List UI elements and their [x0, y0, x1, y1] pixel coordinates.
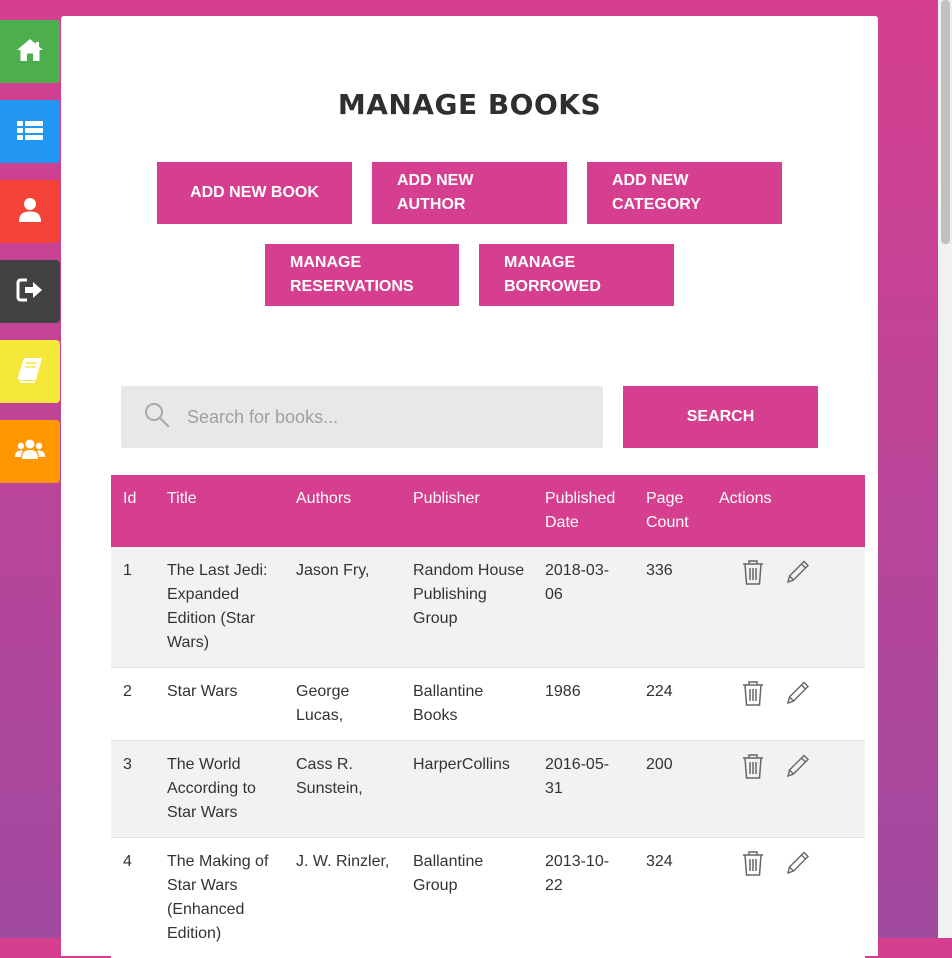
cell-page-count: 200: [646, 756, 673, 773]
cell-actions: [707, 680, 865, 728]
cell-actions: [707, 753, 865, 825]
header-title: Title: [167, 490, 197, 507]
nav-books-button[interactable]: [0, 340, 60, 403]
pencil-icon[interactable]: [784, 558, 810, 594]
user-icon: [15, 195, 45, 229]
cell-title: The World According to Star Wars: [167, 756, 256, 821]
cell-page-count: 324: [646, 853, 673, 870]
table-header-row: Id Title Authors Publisher Published Dat…: [111, 475, 865, 547]
cell-publisher: Random House Publishing Group: [413, 562, 525, 627]
cell-published-date: 2018-03-06: [545, 562, 610, 603]
nav-users-button[interactable]: [0, 420, 60, 483]
header-id: Id: [123, 490, 137, 507]
nav-profile-button[interactable]: [0, 180, 60, 243]
cell-published-date: 1986: [545, 683, 581, 700]
list-icon: [15, 115, 45, 149]
cell-actions: [707, 559, 865, 655]
nav-logout-button[interactable]: [0, 260, 60, 323]
page-title: MANAGE BOOKS: [337, 88, 602, 121]
pencil-icon[interactable]: [784, 752, 810, 788]
book-icon: [15, 355, 45, 389]
cell-id: 3: [123, 756, 132, 773]
cell-id: 1: [123, 562, 132, 579]
cell-published-date: 2013-10-22: [545, 853, 610, 894]
cell-authors: Cass R. Sunstein,: [296, 756, 363, 797]
add-new-book-button[interactable]: ADD NEW BOOK: [157, 162, 352, 224]
table-row: 1 The Last Jedi: Expanded Edition (Star …: [111, 547, 865, 667]
cell-authors: Jason Fry,: [296, 562, 370, 579]
cell-publisher: Ballantine Group: [413, 853, 484, 894]
content-card: MANAGE BOOKS ADD NEW BOOK ADD NEW AUTHOR…: [61, 16, 878, 958]
users-icon: [15, 435, 45, 469]
cell-page-count: 224: [646, 683, 673, 700]
add-new-category-button[interactable]: ADD NEW CATEGORY: [587, 162, 782, 224]
table-row: 4 The Making of Star Wars (Enhanced Edit…: [111, 837, 865, 958]
header-authors: Authors: [296, 490, 352, 507]
header-actions: Actions: [719, 490, 772, 507]
manage-reservations-button[interactable]: MANAGE RESERVATIONS: [265, 244, 459, 306]
nav-list-button[interactable]: [0, 100, 60, 163]
manage-borrowed-button[interactable]: MANAGE BORROWED: [479, 244, 674, 306]
scrollbar-thumb[interactable]: [941, 0, 950, 244]
trash-icon[interactable]: [740, 679, 766, 715]
search-icon: [121, 401, 171, 433]
trash-icon[interactable]: [740, 849, 766, 885]
cell-page-count: 336: [646, 562, 673, 579]
pencil-icon[interactable]: [784, 679, 810, 715]
cell-authors: J. W. Rinzler,: [296, 853, 390, 870]
cell-title: The Last Jedi: Expanded Edition (Star Wa…: [167, 562, 268, 651]
cell-authors: George Lucas,: [296, 683, 350, 724]
cell-publisher: Ballantine Books: [413, 683, 484, 724]
table-body: 1 The Last Jedi: Expanded Edition (Star …: [111, 547, 865, 958]
side-nav: [0, 20, 60, 500]
pencil-icon[interactable]: [784, 849, 810, 885]
cell-published-date: 2016-05-31: [545, 756, 610, 797]
table-row: 3 The World According to Star Wars Cass …: [111, 740, 865, 837]
cell-title: The Making of Star Wars (Enhanced Editio…: [167, 853, 269, 942]
header-published-date: Published Date: [545, 490, 616, 531]
search-input[interactable]: [185, 405, 589, 429]
books-table: Id Title Authors Publisher Published Dat…: [111, 475, 865, 958]
header-publisher: Publisher: [413, 490, 480, 507]
header-page-count: Page Count: [646, 490, 689, 531]
add-new-author-button[interactable]: ADD NEW AUTHOR: [372, 162, 567, 224]
cell-id: 2: [123, 683, 132, 700]
nav-home-button[interactable]: [0, 20, 60, 83]
table-row: 2 Star Wars George Lucas, Ballantine Boo…: [111, 667, 865, 740]
trash-icon[interactable]: [740, 558, 766, 594]
cell-actions: [707, 850, 865, 946]
trash-icon[interactable]: [740, 752, 766, 788]
cell-publisher: HarperCollins: [413, 756, 510, 773]
cell-title: Star Wars: [167, 683, 238, 700]
search-button[interactable]: SEARCH: [623, 386, 818, 448]
home-icon: [15, 35, 45, 69]
cell-id: 4: [123, 853, 132, 870]
search-box: [121, 386, 603, 448]
logout-icon: [15, 275, 45, 309]
